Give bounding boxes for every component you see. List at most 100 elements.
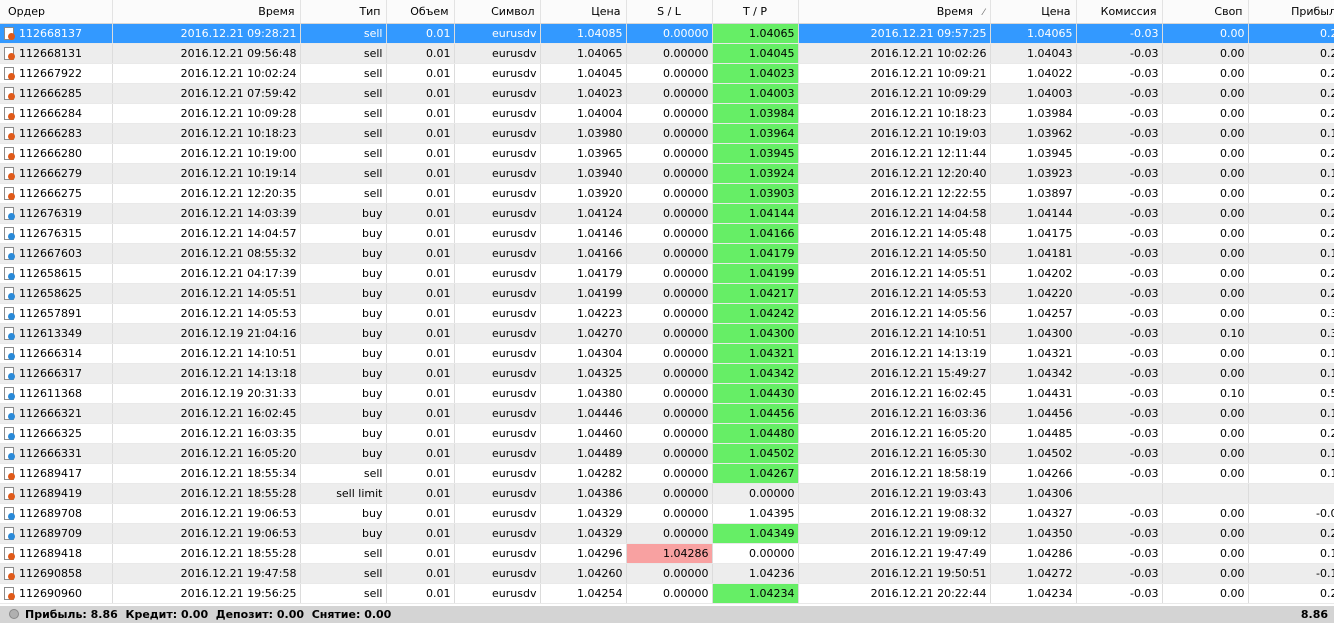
cell-sl: 0.00000 (626, 363, 713, 384)
order-id: 112613349 (19, 327, 82, 340)
cell-sl: 0.00000 (626, 143, 713, 164)
table-row[interactable]: 112658615 2016.12.21 04:17:39 buy 0.01 eurus… (0, 263, 1334, 284)
table-row[interactable]: 112657891 2016.12.21 14:05:53 buy 0.01 eurus… (0, 303, 1334, 324)
buy-order-icon (4, 527, 15, 540)
cell-type: buy (300, 303, 387, 324)
column-header-close-time[interactable]: Время ⁄ (798, 0, 991, 24)
cell-symbol: eurusdv (454, 383, 541, 404)
cell-open-time: 2016.12.21 19:56:25 (112, 583, 301, 604)
cell-commission: -0.03 (1076, 403, 1163, 424)
column-header-profit[interactable]: Прибыль (1248, 0, 1334, 24)
cell-symbol: eurusdv (454, 403, 541, 424)
cell-commission: -0.03 (1076, 43, 1163, 64)
column-header-commission[interactable]: Комиссия (1076, 0, 1163, 24)
cell-type: buy (300, 523, 387, 544)
cell-symbol: eurusdv (454, 363, 541, 384)
cell-sl: 0.00000 (626, 243, 713, 264)
table-row[interactable]: 112689709 2016.12.21 19:06:53 buy 0.01 eurus… (0, 523, 1334, 544)
cell-commission: -0.03 (1076, 343, 1163, 364)
column-header-open-price[interactable]: Цена (540, 0, 627, 24)
table-row[interactable]: 112666325 2016.12.21 16:03:35 buy 0.01 eurus… (0, 423, 1334, 444)
table-row[interactable]: 112666321 2016.12.21 16:02:45 buy 0.01 eurus… (0, 403, 1334, 424)
cell-volume: 0.01 (386, 583, 455, 604)
column-header-open-time[interactable]: Время (112, 0, 301, 24)
column-header-swap[interactable]: Своп (1162, 0, 1249, 24)
column-header-sl[interactable]: S / L (626, 0, 713, 24)
summary-total: 8.86 (1300, 608, 1328, 621)
cell-sl: 0.00000 (626, 383, 713, 404)
cell-volume: 0.01 (386, 283, 455, 304)
table-row[interactable]: 112689708 2016.12.21 19:06:53 buy 0.01 eurus… (0, 503, 1334, 524)
sell-order-icon (4, 187, 15, 200)
table-row[interactable]: 112666280 2016.12.21 10:19:00 sell 0.01 euru… (0, 143, 1334, 164)
table-row[interactable]: 112668137 2016.12.21 09:28:21 sell 0.01 euru… (0, 23, 1334, 44)
table-row[interactable]: 112658625 2016.12.21 14:05:51 buy 0.01 eurus… (0, 283, 1334, 304)
table-row[interactable]: 112689417 2016.12.21 18:55:34 sell 0.01 euru… (0, 463, 1334, 484)
cell-swap: 0.00 (1162, 283, 1249, 304)
table-row[interactable]: 112667603 2016.12.21 08:55:32 buy 0.01 eurus… (0, 243, 1334, 264)
table-row[interactable]: 112666275 2016.12.21 12:20:35 sell 0.01 euru… (0, 183, 1334, 204)
cell-symbol: eurusdv (454, 143, 541, 164)
cell-open-price: 1.04045 (540, 63, 627, 84)
table-row[interactable]: 112666283 2016.12.21 10:18:23 sell 0.01 euru… (0, 123, 1334, 144)
cell-volume: 0.01 (386, 43, 455, 64)
cell-volume: 0.01 (386, 343, 455, 364)
cell-symbol: eurusdv (454, 463, 541, 484)
order-id: 112666321 (19, 407, 82, 420)
column-header-tp[interactable]: T / P (712, 0, 799, 24)
cell-open-price: 1.04304 (540, 343, 627, 364)
table-row[interactable]: 112689419 2016.12.21 18:55:28 sell limit 0.… (0, 483, 1334, 504)
cell-close-price: 1.04502 (990, 443, 1077, 464)
table-row[interactable]: 112690858 2016.12.21 19:47:58 sell 0.01 euru… (0, 563, 1334, 584)
cell-type: buy (300, 423, 387, 444)
cell-open-price: 1.04085 (540, 23, 627, 44)
cell-open-price: 1.04489 (540, 443, 627, 464)
table-row[interactable]: 112666285 2016.12.21 07:59:42 sell 0.01 euru… (0, 83, 1334, 104)
cell-volume: 0.01 (386, 503, 455, 524)
cell-type: buy (300, 203, 387, 224)
cell-commission (1076, 483, 1163, 504)
cell-order: 112690960 (0, 583, 113, 604)
cell-tp: 1.04430 (712, 383, 799, 404)
column-header-close-price[interactable]: Цена (990, 0, 1077, 24)
cell-open-price: 1.04380 (540, 383, 627, 404)
cell-sl: 0.00000 (626, 503, 713, 524)
order-id: 112667603 (19, 247, 82, 260)
table-row[interactable]: 112611368 2016.12.19 20:31:33 buy 0.01 eurus… (0, 383, 1334, 404)
order-id: 112666285 (19, 87, 82, 100)
table-row[interactable]: 112690960 2016.12.21 19:56:25 sell 0.01 euru… (0, 583, 1334, 604)
table-row[interactable]: 112666317 2016.12.21 14:13:18 buy 0.01 eurus… (0, 363, 1334, 384)
table-row[interactable]: 112667922 2016.12.21 10:02:24 sell 0.01 euru… (0, 63, 1334, 84)
cell-volume: 0.01 (386, 123, 455, 144)
column-header-volume[interactable]: Объем (386, 0, 455, 24)
table-row[interactable]: 112666331 2016.12.21 16:05:20 buy 0.01 eurus… (0, 443, 1334, 464)
table-row[interactable]: 112666284 2016.12.21 10:09:28 sell 0.01 euru… (0, 103, 1334, 124)
table-row[interactable]: 112666279 2016.12.21 10:19:14 sell 0.01 euru… (0, 163, 1334, 184)
cell-close-time: 2016.12.21 19:50:51 (798, 563, 991, 584)
cell-tp: 1.04003 (712, 83, 799, 104)
cell-swap: 0.10 (1162, 323, 1249, 344)
cell-close-time: 2016.12.21 14:05:51 (798, 263, 991, 284)
cell-type: sell (300, 183, 387, 204)
table-row[interactable]: 112676319 2016.12.21 14:03:39 buy 0.01 eurus… (0, 203, 1334, 224)
cell-profit: 0.20 (1248, 583, 1334, 604)
cell-symbol: eurusdv (454, 323, 541, 344)
table-row[interactable]: 112666314 2016.12.21 14:10:51 buy 0.01 eurus… (0, 343, 1334, 364)
order-id: 112611368 (19, 387, 82, 400)
cell-open-price: 1.04199 (540, 283, 627, 304)
cell-close-price: 1.04342 (990, 363, 1077, 384)
column-header-type[interactable]: Тип (300, 0, 387, 24)
summary-status-icon (9, 609, 19, 619)
cell-swap: 0.00 (1162, 143, 1249, 164)
table-row[interactable]: 112676315 2016.12.21 14:04:57 buy 0.01 eurus… (0, 223, 1334, 244)
table-row[interactable]: 112668131 2016.12.21 09:56:48 sell 0.01 euru… (0, 43, 1334, 64)
column-header-order[interactable]: Ордер (0, 0, 113, 24)
cell-swap: 0.00 (1162, 203, 1249, 224)
table-row[interactable]: 112613349 2016.12.19 21:04:16 buy 0.01 eurus… (0, 323, 1334, 344)
column-header-symbol[interactable]: Символ (454, 0, 541, 24)
cell-open-time: 2016.12.21 16:03:35 (112, 423, 301, 444)
cell-close-price: 1.04234 (990, 583, 1077, 604)
table-row[interactable]: 112689418 2016.12.21 18:55:28 sell 0.01 euru… (0, 543, 1334, 564)
order-id: 112666275 (19, 187, 82, 200)
cell-type: sell (300, 163, 387, 184)
